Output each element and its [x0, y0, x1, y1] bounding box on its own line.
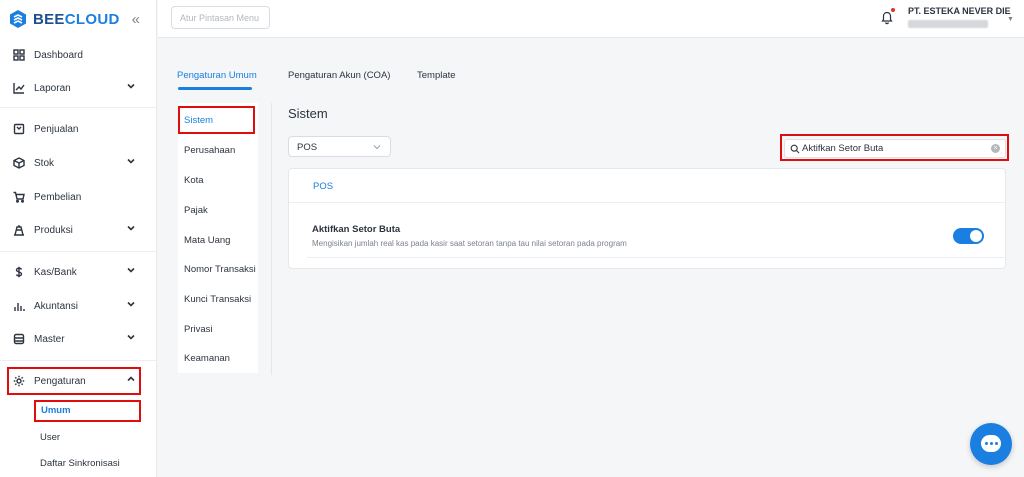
chat-dot — [985, 442, 988, 445]
setting-toggle[interactable] — [953, 228, 984, 244]
database-icon — [13, 333, 25, 345]
section-title: Sistem — [288, 106, 328, 121]
settings-card: POS Aktifkan Setor Buta Mengisikan jumla… — [288, 168, 1007, 269]
chevron-down-icon — [127, 267, 135, 273]
clear-search-icon[interactable]: × — [991, 144, 1000, 153]
settings-nav-kota[interactable]: Kota — [184, 175, 204, 186]
sidebar-item-pembelian[interactable]: Pembelian — [0, 186, 157, 208]
chevron-up-icon — [127, 376, 135, 382]
bar-chart-icon — [14, 303, 25, 311]
box-icon — [13, 157, 25, 169]
search-value: Aktifkan Setor Buta — [802, 143, 884, 154]
sidebar-item-produksi[interactable]: Produksi — [0, 219, 157, 241]
caret-down-icon[interactable]: ▼ — [1007, 16, 1014, 23]
chevron-down-icon — [127, 334, 135, 340]
brand-name: BEECLOUD — [33, 10, 120, 28]
sidebar-item-akuntansi[interactable]: Akuntansi — [0, 295, 157, 317]
chevron-down-icon — [127, 83, 135, 89]
settings-nav-pajak[interactable]: Pajak — [184, 205, 208, 216]
receipt-icon — [13, 123, 25, 135]
sidebar-item-pengaturan[interactable]: Pengaturan — [0, 370, 157, 392]
cart-icon — [13, 191, 25, 203]
tab-template[interactable]: Template — [417, 70, 456, 81]
sidebar-item-laporan[interactable]: Laporan — [0, 77, 157, 99]
settings-nav-privasi[interactable]: Privasi — [184, 324, 213, 335]
chat-support-button[interactable] — [970, 423, 1012, 465]
top-bar: Atur Pintasan Menu PT. ESTEKA NEVER DIE … — [158, 0, 1024, 38]
card-header-title: POS — [313, 181, 334, 192]
line-chart-icon — [13, 83, 25, 94]
sidebar-divider — [0, 360, 157, 361]
submenu-item-daftar-sinkronisasi[interactable]: Daftar Sinkronisasi — [40, 458, 120, 469]
gear-icon — [13, 375, 25, 387]
sidebar-item-label: Dashboard — [34, 49, 83, 61]
user-name-redacted — [908, 20, 988, 28]
sidebar-item-kas-bank[interactable]: Kas/Bank — [0, 261, 157, 283]
settings-nav-sistem[interactable]: Sistem — [184, 115, 213, 126]
sidebar-item-dashboard[interactable]: Dashboard — [0, 44, 157, 66]
search-icon — [790, 144, 800, 154]
sidebar-item-label: Master — [34, 333, 65, 345]
settings-nav-keamanan[interactable]: Keamanan — [184, 353, 230, 364]
sidebar-item-penjualan[interactable]: Penjualan — [0, 118, 157, 140]
notification-dot — [891, 8, 895, 12]
settings-nav: Sistem Perusahaan Kota Pajak Mata Uang N… — [178, 103, 258, 373]
submenu-item-user[interactable]: User — [40, 432, 60, 443]
brand-logo[interactable]: BEECLOUD « — [0, 0, 156, 38]
row-divider — [307, 257, 1007, 258]
settings-nav-divider — [271, 103, 272, 375]
setting-description: Mengisikan jumlah real kas pada kasir sa… — [312, 239, 627, 248]
chat-dot — [995, 442, 998, 445]
dashboard-icon — [13, 49, 25, 61]
sidebar-divider — [0, 251, 157, 252]
sidebar: BEECLOUD « Dashboard Laporan Penjualan S… — [0, 0, 157, 477]
sidebar-item-label: Penjualan — [34, 123, 79, 135]
chevron-down-icon — [373, 145, 381, 150]
sidebar-item-label: Akuntansi — [34, 300, 78, 312]
settings-nav-kunci-transaksi[interactable]: Kunci Transaksi — [184, 294, 251, 305]
toggle-knob — [970, 230, 982, 242]
collapse-sidebar-icon[interactable]: « — [132, 11, 140, 28]
settings-nav-mata-uang[interactable]: Mata Uang — [184, 235, 230, 246]
sidebar-item-label: Laporan — [34, 82, 71, 94]
sidebar-item-label: Kas/Bank — [34, 266, 77, 278]
chat-dot — [990, 442, 993, 445]
sidebar-divider — [0, 107, 157, 108]
sidebar-item-label: Pembelian — [34, 191, 82, 203]
chevron-down-icon — [127, 158, 135, 164]
chevron-down-icon — [127, 301, 135, 307]
settings-nav-perusahaan[interactable]: Perusahaan — [184, 145, 235, 156]
setting-search-input[interactable]: Aktifkan Setor Buta × — [784, 139, 1006, 158]
module-select[interactable]: POS — [288, 136, 391, 157]
factory-icon — [14, 225, 24, 236]
card-header: POS — [289, 169, 1005, 203]
dollar-icon — [15, 266, 23, 278]
sidebar-item-label: Pengaturan — [34, 375, 86, 387]
menu-shortcut-input[interactable]: Atur Pintasan Menu — [171, 6, 270, 29]
settings-nav-nomor-transaksi[interactable]: Nomor Transaksi — [184, 264, 256, 275]
module-select-value: POS — [297, 142, 318, 153]
tab-pengaturan-umum[interactable]: Pengaturan Umum — [177, 70, 257, 81]
submenu-item-umum[interactable]: Umum — [41, 405, 71, 416]
tab-pengaturan-akun-coa[interactable]: Pengaturan Akun (COA) — [288, 70, 390, 81]
active-tab-indicator — [178, 87, 252, 90]
company-name[interactable]: PT. ESTEKA NEVER DIE — [908, 6, 1011, 16]
beecloud-logo-icon — [10, 10, 26, 28]
setting-title: Aktifkan Setor Buta — [312, 224, 401, 235]
sidebar-item-stok[interactable]: Stok — [0, 152, 157, 174]
chevron-down-icon — [127, 225, 135, 231]
sidebar-item-label: Stok — [34, 157, 55, 169]
sidebar-item-label: Produksi — [34, 224, 73, 236]
sidebar-item-master[interactable]: Master — [0, 328, 157, 350]
